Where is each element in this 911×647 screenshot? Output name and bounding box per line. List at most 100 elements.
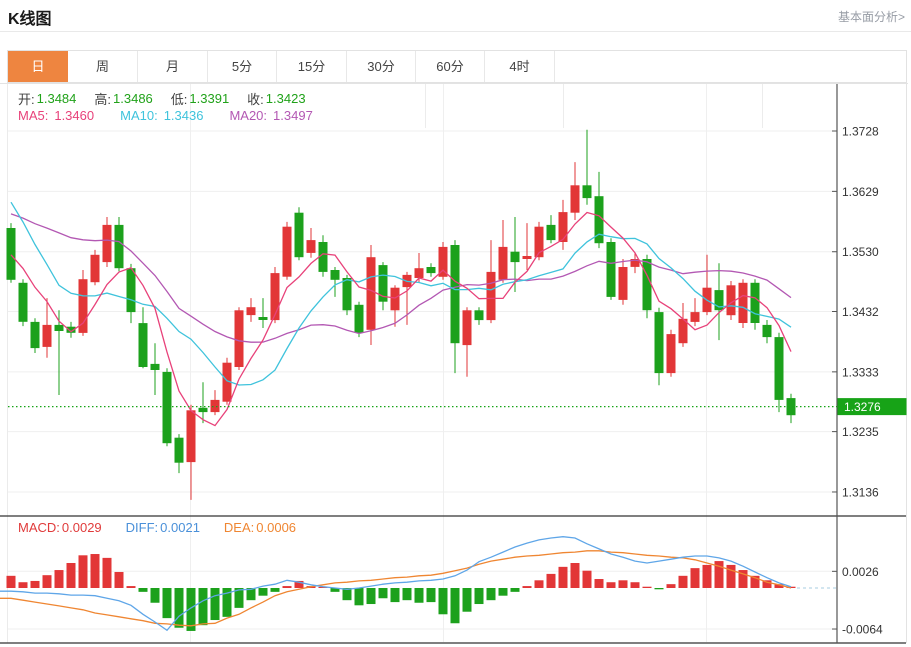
candle-body: [199, 408, 208, 412]
candle-body: [571, 185, 580, 212]
ma-bar: MA5: 1.3460 MA10: 1.3436 MA20: 1.3497: [18, 108, 319, 123]
macd-bar: MACD: 0.0029 DIFF: 0.0021 DEA: 0.0006: [18, 520, 298, 535]
candle-body: [331, 270, 340, 280]
macd-bar: [139, 588, 148, 592]
macd-bar: [463, 588, 472, 612]
candle-body: [751, 283, 760, 323]
candle-body: [151, 364, 160, 370]
candle-body: [163, 372, 172, 443]
ma20-label: MA20:: [229, 108, 267, 123]
tab-day[interactable]: 日: [8, 51, 68, 82]
macd-bar: [703, 565, 712, 588]
candle-body: [283, 227, 292, 277]
candle-body: [355, 305, 364, 333]
candle-body: [643, 259, 652, 310]
macd-bar: [643, 587, 652, 588]
macd-bar: [559, 567, 568, 588]
macd-bar: [79, 555, 88, 588]
macd-bar: [379, 588, 388, 598]
candle-body: [691, 312, 700, 322]
candle-body: [667, 334, 676, 373]
candle-body: [463, 310, 472, 345]
candle-body: [523, 256, 532, 259]
macd-bar: [103, 558, 112, 588]
chart-grid: [0, 50, 908, 643]
low-label: 低:: [171, 89, 188, 108]
price-axis: 1.37281.36291.35301.34321.33331.32351.31…: [832, 125, 883, 637]
macd-bar: [679, 576, 688, 588]
price-tick-label: 1.3333: [842, 365, 879, 379]
close-label: 收:: [247, 89, 264, 108]
macd-bar: [355, 588, 364, 605]
macd-bar: [19, 582, 28, 588]
diff-value: 0.0021: [160, 520, 200, 535]
macd-label: MACD:: [18, 520, 60, 535]
tab-30min[interactable]: 30分: [347, 51, 416, 82]
macd-value: 0.0029: [62, 520, 102, 535]
macd-bar: [259, 588, 268, 596]
candle-body: [127, 268, 136, 312]
candle-body: [139, 323, 148, 367]
tab-5min[interactable]: 5分: [208, 51, 277, 82]
close-value: 1.3423: [266, 91, 306, 106]
price-tick-label: 1.3136: [842, 485, 879, 499]
macd-bar: [451, 588, 460, 623]
candle-body: [499, 247, 508, 280]
macd-bar: [487, 588, 496, 600]
candle-body: [187, 410, 196, 462]
candle-body: [619, 267, 628, 300]
macd-bar: [547, 574, 556, 588]
high-value: 1.3486: [113, 91, 153, 106]
macd-bar: [523, 586, 532, 588]
page-title: K线图: [8, 5, 52, 29]
candle-body: [739, 283, 748, 323]
candle-body: [391, 288, 400, 311]
macd-bar: [67, 563, 76, 588]
tab-week[interactable]: 周: [68, 51, 138, 82]
macd-bar: [571, 563, 580, 588]
open-value: 1.3484: [37, 91, 77, 106]
macd-bar: [499, 588, 508, 596]
macd-bar: [511, 588, 520, 592]
price-tick-label: 1.3728: [842, 125, 879, 139]
tab-month[interactable]: 月: [138, 51, 208, 82]
macd-bar: [595, 579, 604, 588]
macd-bar: [427, 588, 436, 602]
price-tick-label: 1.3629: [842, 185, 879, 199]
ma10-label: MA10:: [120, 108, 158, 123]
macd-bar: [91, 554, 100, 588]
candle-body: [211, 400, 220, 412]
ma5-value: 1.3460: [54, 108, 94, 123]
candle-body: [775, 337, 784, 400]
candle-body: [367, 257, 376, 330]
macd-bar: [31, 581, 40, 588]
candle-body: [115, 225, 124, 268]
macd-bar: [655, 588, 664, 589]
tab-4hour[interactable]: 4时: [485, 51, 555, 82]
macd-bar: [151, 588, 160, 603]
ohlc-bar: 开: 1.3484 高: 1.3486 低: 1.3391 收: 1.3423: [18, 89, 324, 108]
macd-bar: [55, 570, 64, 588]
macd-bar: [283, 586, 292, 588]
macd-bar: [619, 580, 628, 588]
macd-bar: [691, 568, 700, 588]
candle-body: [451, 245, 460, 343]
candle-body: [559, 212, 568, 242]
macd-bar: [415, 588, 424, 603]
candle-body: [259, 317, 268, 320]
macd-bar: [43, 575, 52, 588]
candle-body: [103, 225, 112, 262]
candle-body: [427, 267, 436, 273]
title-divider: [0, 31, 911, 32]
macd-bar: [631, 582, 640, 588]
current-price-label: 1.3276: [844, 400, 881, 414]
low-value: 1.3391: [189, 91, 229, 106]
fundamental-analysis-link[interactable]: 基本面分析>: [838, 8, 905, 25]
candle-body: [235, 310, 244, 367]
tab-15min[interactable]: 15分: [277, 51, 347, 82]
macd-bar: [175, 588, 184, 628]
ma20-value: 1.3497: [273, 108, 313, 123]
candle-body: [247, 307, 256, 315]
price-tick-label: 1.3530: [842, 245, 879, 259]
tab-60min[interactable]: 60分: [416, 51, 485, 82]
